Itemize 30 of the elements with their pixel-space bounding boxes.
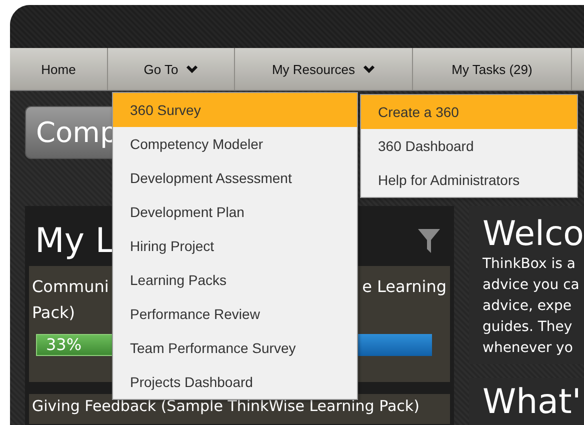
menu-item[interactable]: Performance Review	[113, 297, 357, 331]
menu-item[interactable]: Learning Packs	[113, 263, 357, 297]
nav-tab[interactable]: Go To	[108, 48, 235, 90]
menu-item[interactable]: Development Assessment	[113, 161, 357, 195]
nav-tab[interactable]: My Tasks (29)	[413, 48, 572, 90]
nav-tab[interactable]: Home	[10, 48, 108, 90]
card-title: Communi	[32, 276, 109, 298]
panel-title: Welco	[482, 214, 584, 254]
menu-item[interactable]: Hiring Project	[113, 229, 357, 263]
filter-icon[interactable]	[418, 229, 440, 253]
menu-item[interactable]: Help for Administrators	[361, 163, 577, 197]
menu-item[interactable]: Team Performance Survey	[113, 331, 357, 365]
panel-title: What'	[482, 382, 582, 422]
menu-item[interactable]: 360 Survey	[113, 93, 357, 127]
card-title: Giving Feedback (Sample ThinkWise Learning Pack)	[32, 397, 420, 416]
menu-item[interactable]: Development Plan	[113, 195, 357, 229]
card-title: e Learning	[362, 276, 446, 298]
nav-tab[interactable]: My Resources	[235, 48, 413, 90]
welcome-text: advice you ca	[482, 276, 580, 295]
chevron-down-icon	[363, 64, 376, 74]
menu-item[interactable]: Create a 360	[361, 95, 577, 129]
card-title: Pack)	[32, 302, 76, 324]
panel-title: My L	[35, 221, 114, 261]
welcome-text: whenever yo	[482, 339, 574, 358]
menu-item[interactable]: 360 Dashboard	[361, 129, 577, 163]
chevron-down-icon	[186, 64, 198, 74]
welcome-text: ThinkBox is a	[482, 255, 576, 274]
progress-label: 33%	[46, 335, 82, 354]
welcome-text: guides. They	[482, 318, 574, 337]
welcome-text: advice, expe	[482, 297, 573, 316]
